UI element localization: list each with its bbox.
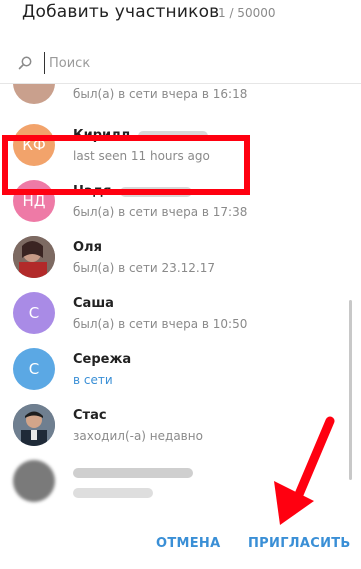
avatar bbox=[13, 404, 55, 446]
dialog-header: Добавить участников 1 / 50000 bbox=[0, 0, 361, 36]
avatar bbox=[13, 460, 55, 502]
avatar: С bbox=[13, 348, 55, 390]
contact-name: Стас bbox=[73, 408, 107, 423]
contact-status: был(а) в сети вчера в 16:18 bbox=[73, 87, 248, 101]
contact-row[interactable]: Стас заходил(-а) недавно bbox=[0, 398, 346, 454]
avatar bbox=[13, 84, 55, 104]
contact-row[interactable]: С Сережа в сети bbox=[0, 342, 346, 398]
contact-status: был(а) в сети вчера в 17:38 bbox=[73, 205, 248, 219]
photo-avatar bbox=[13, 404, 55, 446]
contact-row[interactable]: С Саша был(а) в сети вчера в 10:50 bbox=[0, 286, 346, 342]
contact-list[interactable]: был(а) в сети вчера в 16:18 КФ Кирилл la… bbox=[0, 84, 361, 514]
member-count: 1 / 50000 bbox=[218, 6, 276, 20]
contact-name: Сережа bbox=[73, 352, 132, 367]
contact-row[interactable] bbox=[0, 454, 346, 510]
cancel-button[interactable]: ОТМЕНА bbox=[156, 536, 220, 551]
contact-row[interactable]: был(а) в сети вчера в 16:18 bbox=[0, 84, 346, 112]
dialog-footer: ОТМЕНА ПРИГЛАСИТЬ bbox=[0, 514, 361, 569]
avatar: НД bbox=[13, 180, 55, 222]
search-icon bbox=[18, 55, 32, 70]
invite-button[interactable]: ПРИГЛАСИТЬ bbox=[248, 536, 351, 551]
contact-row[interactable]: Оля был(а) в сети 23.12.17 bbox=[0, 230, 346, 286]
blurred-status bbox=[73, 488, 153, 498]
contact-status: был(а) в сети вчера в 10:50 bbox=[73, 317, 248, 331]
photo-avatar bbox=[13, 236, 55, 278]
avatar: С bbox=[13, 292, 55, 334]
contact-row[interactable]: НД Надя был(а) в сети вчера в 17:38 bbox=[0, 174, 346, 230]
blurred-surname bbox=[119, 186, 192, 197]
contact-status: заходил(-а) недавно bbox=[73, 429, 203, 443]
contact-status: last seen 11 hours ago bbox=[73, 149, 210, 163]
search-bar bbox=[0, 46, 361, 80]
contact-name: Саша bbox=[73, 296, 114, 311]
contact-name: Оля bbox=[73, 240, 102, 255]
contact-status: был(а) в сети 23.12.17 bbox=[73, 261, 215, 275]
avatar bbox=[13, 236, 55, 278]
contact-name: Надя bbox=[73, 184, 192, 199]
contact-row[interactable]: КФ Кирилл last seen 11 hours ago bbox=[0, 118, 346, 174]
blurred-surname bbox=[138, 130, 209, 141]
dialog-title: Добавить участников bbox=[22, 2, 220, 22]
search-input[interactable] bbox=[44, 52, 339, 74]
avatar: КФ bbox=[13, 124, 55, 166]
contact-status: в сети bbox=[73, 373, 113, 387]
contact-name: Кирилл bbox=[73, 128, 209, 143]
scrollbar[interactable] bbox=[349, 300, 352, 480]
blurred-name bbox=[73, 468, 193, 478]
